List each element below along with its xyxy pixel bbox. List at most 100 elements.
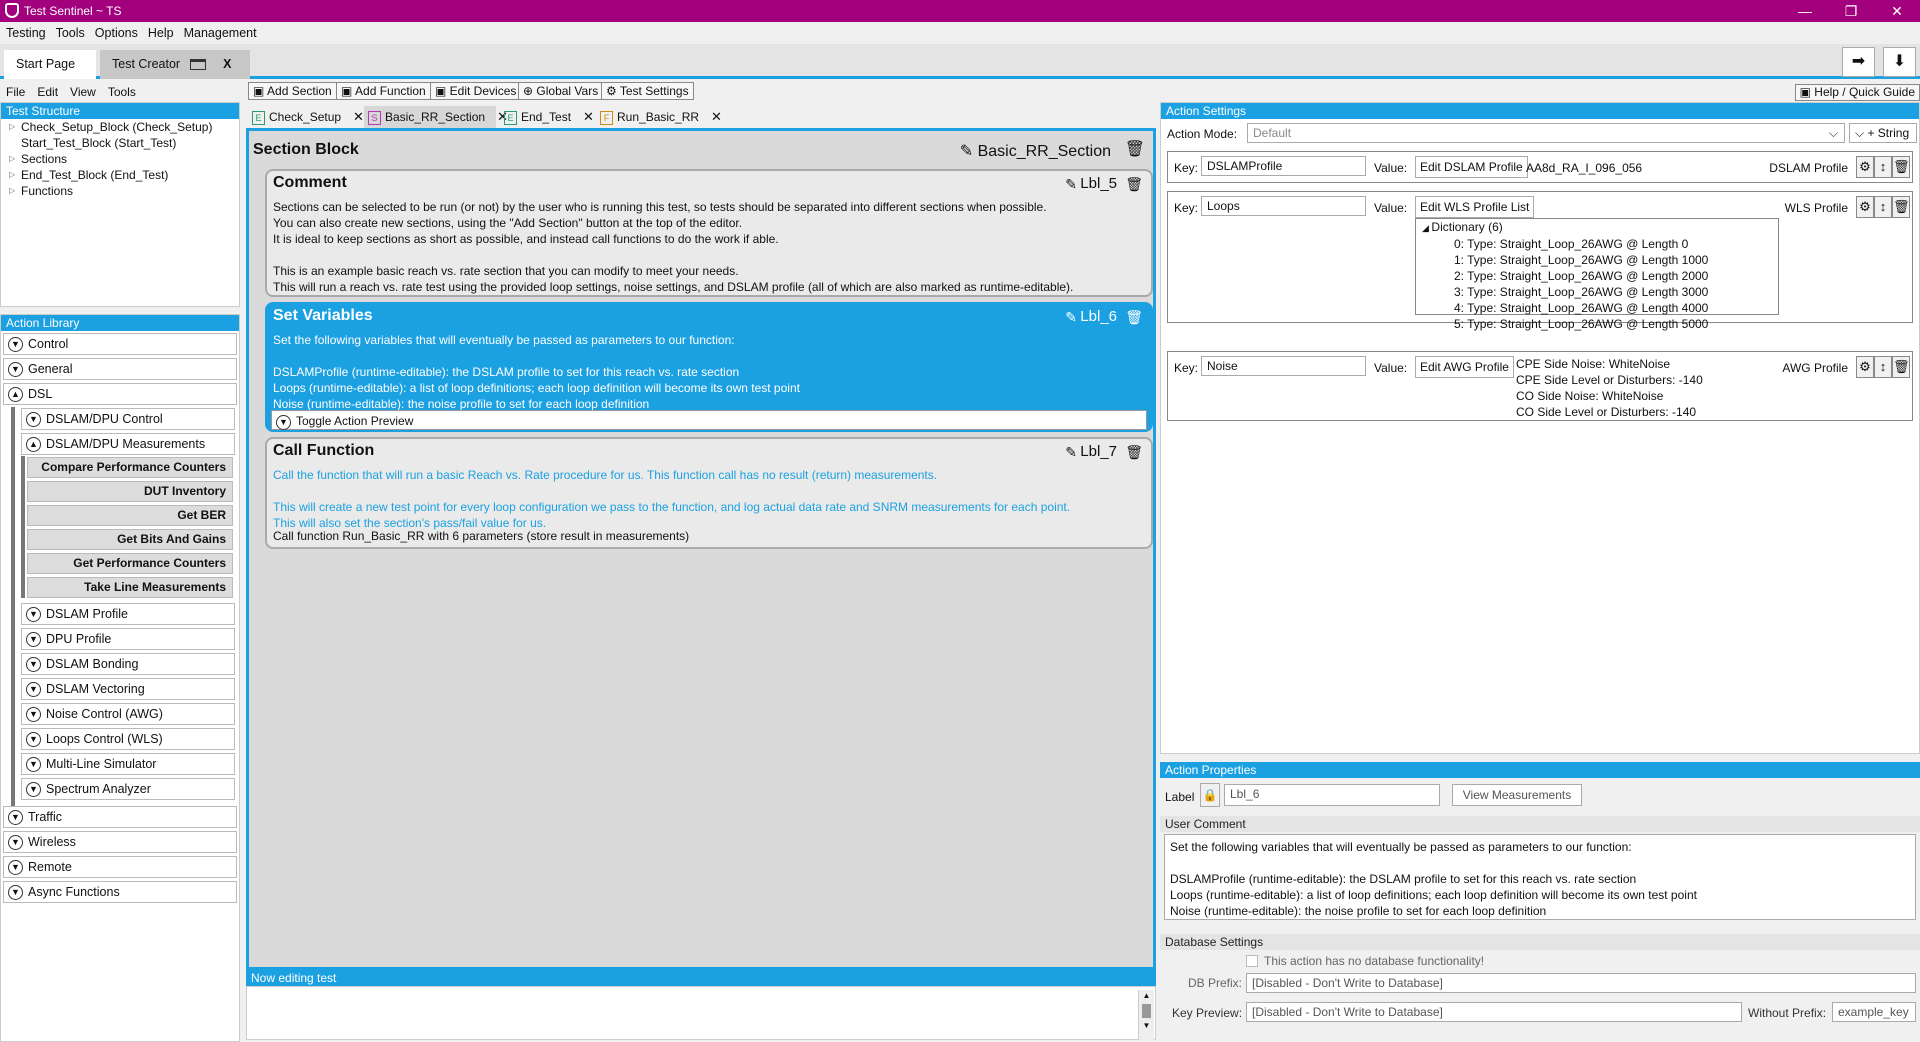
- trash-icon[interactable]: 🗑: [1125, 176, 1143, 193]
- edit-awg-profile-button[interactable]: Edit AWG Profile: [1415, 356, 1514, 378]
- tab-end-test[interactable]: E End_Test ✕: [500, 106, 594, 128]
- lib-compare-performance-counters[interactable]: Compare Performance Counters: [27, 457, 233, 478]
- trash-icon[interactable]: 🗑: [1892, 356, 1910, 378]
- without-prefix-input[interactable]: example_key: [1832, 1002, 1916, 1022]
- section-name[interactable]: ✎ Basic_RR_Section: [960, 141, 1111, 161]
- expand-icon[interactable]: ▷: [9, 183, 15, 199]
- trash-icon[interactable]: 🗑: [1892, 156, 1910, 178]
- add-string-button[interactable]: ⌵ + String: [1849, 123, 1917, 143]
- scroll-thumb[interactable]: [1142, 1004, 1151, 1018]
- gear-icon[interactable]: ⚙: [1856, 196, 1874, 218]
- arrow-down-icon[interactable]: ⬇: [1883, 47, 1916, 77]
- arrow-right-icon[interactable]: ➡: [1842, 47, 1875, 77]
- trash-icon[interactable]: 🗑: [1892, 196, 1910, 218]
- toggle-action-preview[interactable]: ▼ Toggle Action Preview: [271, 410, 1147, 430]
- tab-close-icon[interactable]: ✕: [353, 109, 364, 124]
- tab-check-setup[interactable]: E Check_Setup ✕: [248, 106, 364, 128]
- db-prefix-input[interactable]: [Disabled - Don't Write to Database]: [1246, 973, 1916, 993]
- move-arrows-icon[interactable]: ↕: [1874, 156, 1892, 178]
- tab-close-icon[interactable]: ✕: [711, 109, 722, 124]
- lib-general[interactable]: ▼ General: [3, 358, 237, 380]
- lib-loops-control[interactable]: ▼ Loops Control (WLS): [21, 728, 235, 750]
- lib-noise-control[interactable]: ▼ Noise Control (AWG): [21, 703, 235, 725]
- lib-take-line-measurements[interactable]: Take Line Measurements: [27, 577, 233, 598]
- menu-file[interactable]: File: [6, 85, 25, 99]
- call-function-block[interactable]: Call Function ✎ Lbl_7 🗑 Call the functio…: [265, 437, 1153, 549]
- lib-remote[interactable]: ▼ Remote: [3, 856, 237, 878]
- lib-dslam-vectoring[interactable]: ▼ DSLAM Vectoring: [21, 678, 235, 700]
- key-input[interactable]: Noise: [1201, 356, 1366, 376]
- test-settings-button[interactable]: ⚙ Test Settings: [601, 82, 694, 100]
- expand-icon[interactable]: ▷: [9, 119, 15, 135]
- output-log[interactable]: [246, 986, 1156, 1040]
- key-input[interactable]: DSLAMProfile: [1201, 156, 1366, 176]
- tab-run-basic-rr[interactable]: F Run_Basic_RR ✕: [596, 106, 722, 128]
- action-mode-select[interactable]: Default ⌵: [1247, 123, 1845, 143]
- lib-async-functions[interactable]: ▼ Async Functions: [3, 881, 237, 903]
- expand-icon[interactable]: ▷: [9, 151, 15, 167]
- comment-block[interactable]: Comment ✎ Lbl_5 🗑 Sections can be select…: [265, 169, 1153, 297]
- lib-spectrum-analyzer[interactable]: ▼ Spectrum Analyzer: [21, 778, 235, 800]
- restore-button[interactable]: ❐: [1828, 0, 1874, 22]
- menu-help[interactable]: Help: [148, 26, 174, 40]
- trash-icon[interactable]: 🗑: [1125, 444, 1143, 461]
- tree-item-functions[interactable]: ▷ Functions: [1, 183, 239, 199]
- key-preview-input[interactable]: [Disabled - Don't Write to Database]: [1246, 1002, 1742, 1022]
- window-icon[interactable]: [189, 59, 206, 71]
- label-input[interactable]: Lbl_6: [1224, 784, 1440, 806]
- pencil-icon[interactable]: ✎: [1065, 309, 1077, 326]
- dictionary-node[interactable]: ◢ Dictionary (6): [1416, 219, 1778, 236]
- menu-options[interactable]: Options: [95, 26, 138, 40]
- global-vars-button[interactable]: ⊕ Global Vars: [518, 82, 604, 100]
- move-arrows-icon[interactable]: ↕: [1874, 196, 1892, 218]
- key-input[interactable]: Loops: [1201, 196, 1366, 216]
- set-variables-block[interactable]: Set Variables ✎ Lbl_6 🗑 Set the followin…: [265, 302, 1153, 432]
- lib-dslam-measurements[interactable]: ▲ DSLAM/DPU Measurements: [21, 433, 235, 455]
- menu-view[interactable]: View: [70, 85, 96, 99]
- menu-edit[interactable]: Edit: [37, 85, 58, 99]
- lib-control[interactable]: ▼ Control: [3, 333, 237, 355]
- lib-traffic[interactable]: ▼ Traffic: [3, 806, 237, 828]
- tree-item-check-setup[interactable]: ▷ Check_Setup_Block (Check_Setup): [1, 119, 239, 135]
- edit-dslam-profile-button[interactable]: Edit DSLAM Profile: [1415, 156, 1528, 178]
- scroll-up-icon[interactable]: ▲: [1139, 990, 1154, 1002]
- no-db-checkbox[interactable]: [1246, 955, 1258, 967]
- view-measurements-button[interactable]: View Measurements: [1452, 784, 1582, 806]
- tab-close-icon[interactable]: X: [223, 57, 231, 71]
- pencil-icon[interactable]: ✎: [1065, 444, 1077, 461]
- menu-testing[interactable]: Testing: [6, 26, 46, 40]
- expand-icon[interactable]: ▷: [9, 167, 15, 183]
- tree-item-sections[interactable]: ▷ Sections: [1, 151, 239, 167]
- tab-basic-rr-section[interactable]: S Basic_RR_Section ✕: [364, 106, 508, 128]
- scroll-down-icon[interactable]: ▼: [1139, 1020, 1154, 1032]
- lib-get-ber[interactable]: Get BER: [27, 505, 233, 526]
- lib-dslam-profile[interactable]: ▼ DSLAM Profile: [21, 603, 235, 625]
- lib-dut-inventory[interactable]: DUT Inventory: [27, 481, 233, 502]
- collapse-icon[interactable]: ◢: [1422, 223, 1431, 233]
- lib-dslam-bonding[interactable]: ▼ DSLAM Bonding: [21, 653, 235, 675]
- tab-start-page[interactable]: Start Page: [4, 50, 96, 79]
- user-comment-textarea[interactable]: Set the following variables that will ev…: [1164, 834, 1916, 920]
- trash-icon[interactable]: 🗑: [1125, 309, 1143, 326]
- pencil-icon[interactable]: ✎: [1065, 176, 1077, 193]
- tree-item-end-test[interactable]: ▷ End_Test_Block (End_Test): [1, 167, 239, 183]
- menu-tools[interactable]: Tools: [56, 26, 85, 40]
- lib-multi-line-simulator[interactable]: ▼ Multi-Line Simulator: [21, 753, 235, 775]
- lib-dpu-profile[interactable]: ▼ DPU Profile: [21, 628, 235, 650]
- move-arrows-icon[interactable]: ↕: [1874, 356, 1892, 378]
- menu-management[interactable]: Management: [184, 26, 257, 40]
- lib-wireless[interactable]: ▼ Wireless: [3, 831, 237, 853]
- tab-test-creator[interactable]: Test Creator X: [100, 50, 250, 79]
- help-quick-guide-button[interactable]: ▣ Help / Quick Guide: [1794, 84, 1920, 101]
- tab-close-icon[interactable]: ✕: [583, 109, 594, 124]
- pencil-icon[interactable]: ✎: [960, 143, 978, 160]
- add-section-button[interactable]: ▣ Add Section: [248, 82, 337, 100]
- loop-dictionary-tree[interactable]: ◢ Dictionary (6) 0: Type: Straight_Loop_…: [1415, 218, 1779, 331]
- gear-icon[interactable]: ⚙: [1856, 356, 1874, 378]
- edit-wls-profile-list-button[interactable]: Edit WLS Profile List: [1415, 196, 1535, 218]
- tree-item-start-test[interactable]: Start_Test_Block (Start_Test): [1, 135, 239, 151]
- edit-devices-button[interactable]: ▣ Edit Devices: [430, 82, 522, 100]
- lib-get-performance-counters[interactable]: Get Performance Counters: [27, 553, 233, 574]
- lib-dsl[interactable]: ▲ DSL: [3, 383, 237, 405]
- close-button[interactable]: ✕: [1874, 0, 1920, 22]
